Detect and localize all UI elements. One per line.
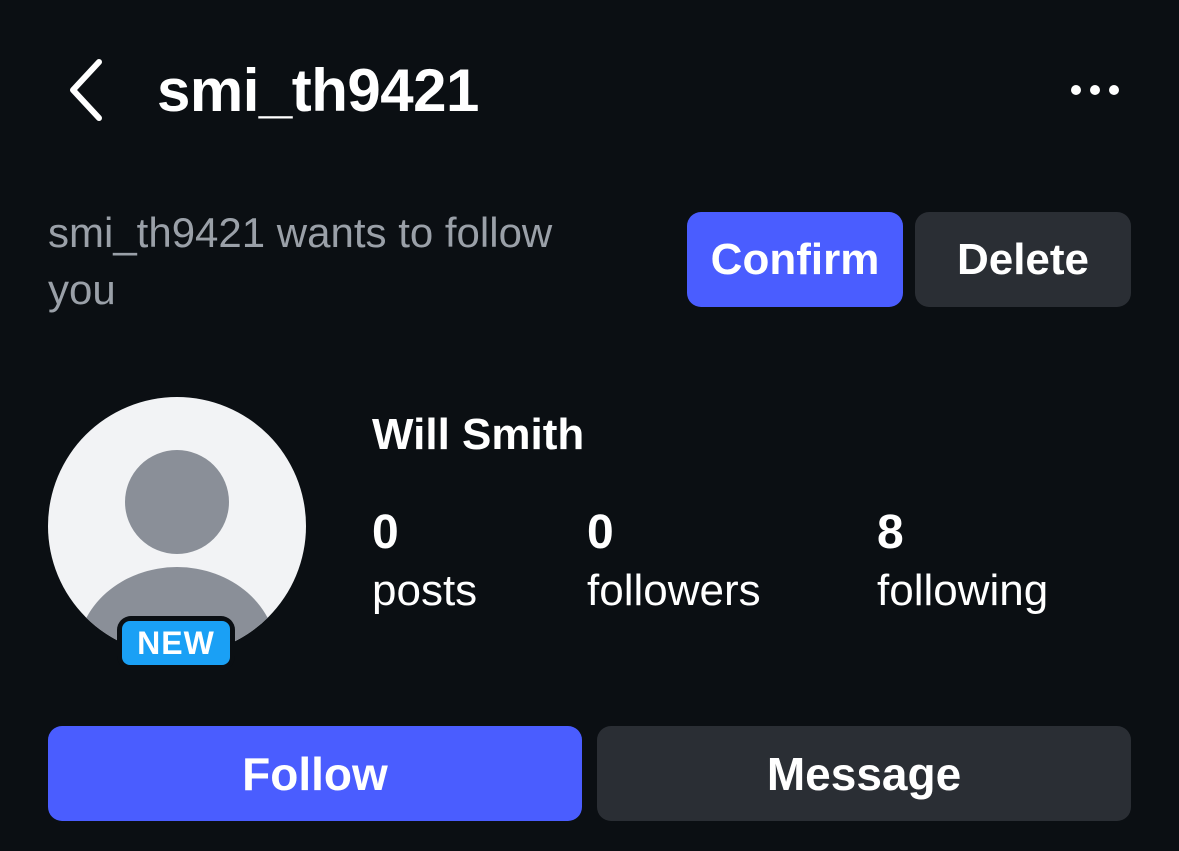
stat-count: 0: [587, 506, 614, 559]
stat-label: followers: [587, 566, 761, 615]
more-horizontal-icon: [1071, 85, 1119, 95]
more-options-button[interactable]: [1060, 60, 1130, 120]
confirm-button[interactable]: Confirm: [687, 212, 903, 307]
stat-posts[interactable]: 0 posts: [372, 505, 477, 621]
stat-label: posts: [372, 566, 478, 615]
stat-following[interactable]: 8 following: [877, 505, 1048, 621]
message-button[interactable]: Message: [597, 726, 1131, 821]
stat-label: following: [877, 566, 1049, 615]
stat-count: 0: [372, 506, 399, 559]
new-badge: NEW: [117, 616, 235, 670]
chevron-left-icon: [70, 59, 102, 121]
follow-request-text: smi_th9421 wants to follow you: [48, 209, 553, 313]
back-button[interactable]: [52, 50, 122, 130]
follow-button[interactable]: Follow: [48, 726, 582, 821]
stat-followers[interactable]: 0 followers: [587, 505, 761, 621]
stat-count: 8: [877, 506, 904, 559]
delete-button[interactable]: Delete: [915, 212, 1131, 307]
new-badge-label: NEW: [122, 621, 230, 665]
page-title: smi_th9421: [157, 56, 479, 124]
display-name: Will Smith: [372, 410, 585, 459]
